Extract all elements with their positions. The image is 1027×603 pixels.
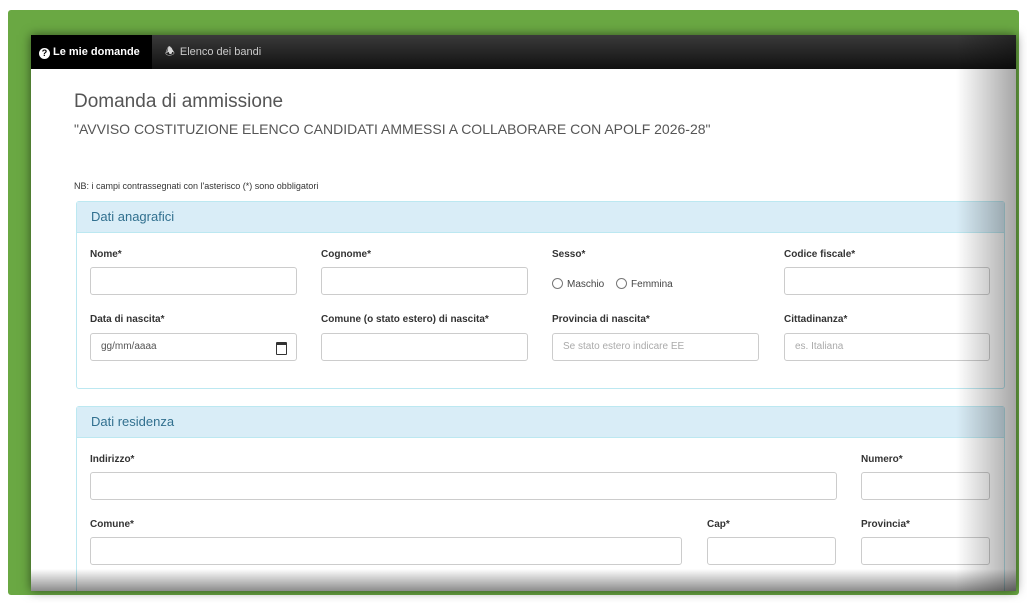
question-circle-icon: ?	[39, 48, 50, 59]
sesso-radio-group: Maschio Femmina	[552, 278, 682, 290]
codice-fiscale-input[interactable]	[784, 267, 990, 295]
nav-tab-le-mie-domande[interactable]: ? Le mie domande	[31, 35, 152, 69]
radio-circle-icon[interactable]	[616, 278, 628, 289]
data-nascita-label: Data di nascita*	[90, 314, 165, 325]
calendar-icon[interactable]	[276, 342, 287, 355]
nome-label: Nome*	[90, 249, 122, 260]
provincia-nascita-input[interactable]: Se stato estero indicare EE	[552, 333, 759, 361]
top-navbar: ? Le mie domande 🕭 Elenco dei bandi	[31, 35, 1016, 69]
indirizzo-label: Indirizzo*	[90, 454, 135, 465]
radio-label: Maschio	[567, 279, 605, 290]
radio-label: Femmina	[631, 279, 673, 290]
sesso-label: Sesso*	[552, 249, 586, 260]
cap-input[interactable]	[707, 537, 836, 565]
provincia-input[interactable]	[861, 537, 990, 565]
codice-fiscale-label: Codice fiscale*	[784, 249, 856, 260]
provincia-nascita-label: Provincia di nascita*	[552, 314, 650, 325]
radio-femmina[interactable]: Femmina	[616, 278, 673, 290]
comune-label: Comune*	[90, 519, 134, 530]
cognome-label: Cognome*	[321, 249, 371, 260]
provincia-label: Provincia*	[861, 519, 910, 530]
cap-label: Cap*	[707, 519, 730, 530]
radio-maschio[interactable]: Maschio	[552, 278, 605, 290]
required-fields-note: NB: i campi contrassegnati con l'asteris…	[74, 181, 319, 191]
browser-window: ? Le mie domande 🕭 Elenco dei bandi Domand…	[31, 35, 1016, 591]
page-subtitle: "AVVISO COSTITUZIONE ELENCO CANDIDATI AM…	[74, 121, 711, 137]
numero-label: Numero*	[861, 454, 903, 465]
comune-nascita-label: Comune (o stato estero) di nascita*	[321, 314, 489, 325]
nav-tab-elenco-bandi[interactable]: 🕭 Elenco dei bandi	[165, 35, 261, 69]
megaphone-icon: 🕭	[165, 46, 175, 58]
nav-tab-label: Elenco dei bandi	[179, 46, 262, 58]
panel-heading: Dati anagrafici	[77, 202, 1004, 233]
panel-dati-residenza: Dati residenza Indirizzo* Numero* Comune…	[76, 406, 1005, 591]
numero-input[interactable]	[861, 472, 990, 500]
panel-heading: Dati residenza	[77, 407, 1004, 438]
data-nascita-input[interactable]: gg/mm/aaaa	[90, 333, 297, 361]
page-title: Domanda di ammissione	[74, 91, 284, 112]
cittadinanza-label: Cittadinanza*	[784, 314, 848, 325]
date-input-value: gg/mm/aaaa	[101, 341, 157, 352]
cittadinanza-input[interactable]: es. Italiana	[784, 333, 990, 361]
cognome-input[interactable]	[321, 267, 528, 295]
nav-tab-label: Le mie domande	[53, 46, 140, 58]
panel-dati-anagrafici: Dati anagrafici Nome* Cognome* Sesso* Ma…	[76, 201, 1005, 389]
comune-input[interactable]	[90, 537, 682, 565]
nome-input[interactable]	[90, 267, 297, 295]
comune-nascita-input[interactable]	[321, 333, 528, 361]
indirizzo-input[interactable]	[90, 472, 837, 500]
radio-circle-icon[interactable]	[552, 278, 563, 289]
